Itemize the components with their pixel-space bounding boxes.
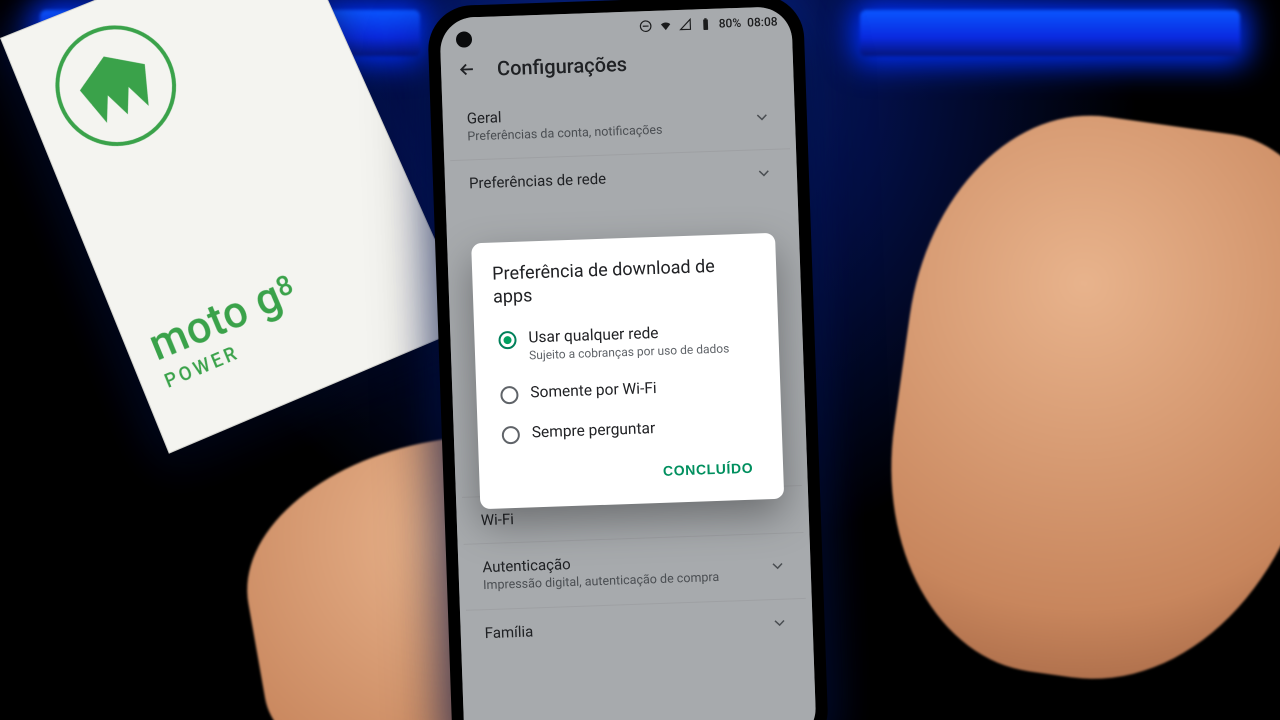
ambient-light-right: [860, 10, 1240, 56]
option-title: Somente por Wi-Fi: [530, 379, 657, 401]
product-box: moto g8 POWER: [0, 0, 473, 454]
product-brand: moto g8 POWER: [142, 264, 313, 393]
option-title: Sempre perguntar: [531, 419, 655, 441]
radio-unselected-icon: [502, 426, 521, 445]
motorola-logo-icon: [37, 7, 195, 164]
hand-right: [863, 93, 1280, 706]
phone-frame: 80% 08:08 Configurações Geral Preferênci…: [427, 0, 829, 720]
radio-unselected-icon: [500, 386, 519, 405]
radio-selected-icon: [498, 331, 517, 350]
option-any-network[interactable]: Usar qualquer rede Sujeito a cobranças p…: [494, 310, 770, 375]
dialog-title: Preferência de download de apps: [492, 253, 767, 309]
download-preference-dialog: Preferência de download de apps Usar qua…: [471, 233, 784, 510]
phone-screen: 80% 08:08 Configurações Geral Preferênci…: [439, 6, 816, 720]
done-button[interactable]: CONCLUÍDO: [652, 452, 763, 488]
